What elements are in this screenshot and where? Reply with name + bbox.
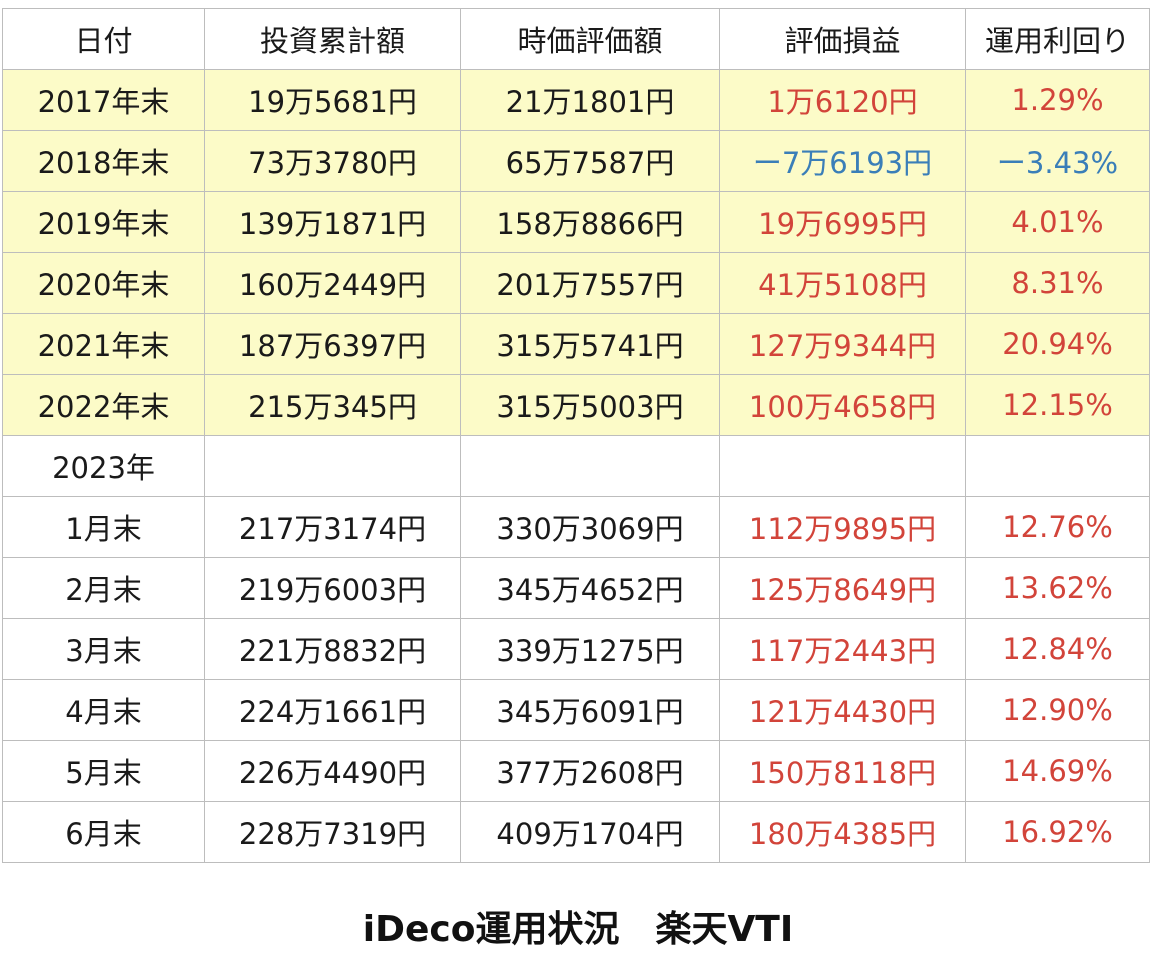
table-row: 3月末 221万8832円 339万1275円 117万2443円 12.84% <box>2 618 1150 680</box>
cell-return-rate: 12.84% <box>965 618 1150 680</box>
caption: iDeco運用状況 楽天VTI <box>362 909 794 950</box>
cell-date: 2022年末 <box>2 374 205 436</box>
header-date: 日付 <box>2 8 205 70</box>
cell-date: 3月末 <box>2 618 205 680</box>
cell-date: 5月末 <box>2 740 205 802</box>
cell-date: 2019年末 <box>2 191 205 253</box>
cell-market-value: 345万6091円 <box>460 679 720 741</box>
table-row: 2017年末 19万5681円 21万1801円 1万6120円 1.29% <box>2 69 1150 131</box>
table-row: 6月末 228万7319円 409万1704円 180万4385円 16.92% <box>2 801 1150 863</box>
cell-invested: 73万3780円 <box>204 130 461 192</box>
cell-return-rate: 12.90% <box>965 679 1150 741</box>
table-row: 1月末 217万3174円 330万3069円 112万9895円 12.76% <box>2 496 1150 558</box>
cell-invested: 219万6003円 <box>204 557 461 619</box>
table-row: 2023年 <box>2 435 1150 497</box>
header-market-value: 時価評価額 <box>460 8 720 70</box>
table-row: 2020年末 160万2449円 201万7557円 41万5108円 8.31% <box>2 252 1150 314</box>
table-row: 2018年末 73万3780円 65万7587円 ー7万6193円 ー3.43% <box>2 130 1150 192</box>
cell-market-value: 315万5003円 <box>460 374 720 436</box>
cell-profit-loss: 100万4658円 <box>719 374 966 436</box>
cell-market-value: 345万4652円 <box>460 557 720 619</box>
cell-market-value: 377万2608円 <box>460 740 720 802</box>
cell-date: 2023年 <box>2 435 205 497</box>
table-row: 2月末 219万6003円 345万4652円 125万8649円 13.62% <box>2 557 1150 619</box>
cell-profit-loss: 41万5108円 <box>719 252 966 314</box>
cell-date: 2020年末 <box>2 252 205 314</box>
header-invested: 投資累計額 <box>204 8 461 70</box>
cell-return-rate: 12.76% <box>965 496 1150 558</box>
cell-date: 2017年末 <box>2 69 205 131</box>
cell-profit-loss: 117万2443円 <box>719 618 966 680</box>
cell-invested: 19万5681円 <box>204 69 461 131</box>
cell-return-rate: ー3.43% <box>965 130 1150 192</box>
cell-invested: 226万4490円 <box>204 740 461 802</box>
cell-profit-loss: 112万9895円 <box>719 496 966 558</box>
table-body: 2017年末 19万5681円 21万1801円 1万6120円 1.29% 2018年末… <box>2 69 1150 863</box>
cell-return-rate: 20.94% <box>965 313 1150 375</box>
cell-profit-loss <box>719 435 966 497</box>
cell-market-value: 339万1275円 <box>460 618 720 680</box>
table-row: 2019年末 139万1871円 158万8866円 19万6995円 4.01% <box>2 191 1150 253</box>
cell-profit-loss: 121万4430円 <box>719 679 966 741</box>
cell-market-value: 409万1704円 <box>460 801 720 863</box>
cell-market-value <box>460 435 720 497</box>
cell-return-rate: 12.15% <box>965 374 1150 436</box>
cell-return-rate: 13.62% <box>965 557 1150 619</box>
table-row: 2022年末 215万345円 315万5003円 100万4658円 12.15% <box>2 374 1150 436</box>
cell-profit-loss: 1万6120円 <box>719 69 966 131</box>
table-row: 2021年末 187万6397円 315万5741円 127万9344円 20.94% <box>2 313 1150 375</box>
cell-invested: 224万1661円 <box>204 679 461 741</box>
cell-profit-loss: 150万8118円 <box>719 740 966 802</box>
cell-date: 1月末 <box>2 496 205 558</box>
cell-return-rate: 1.29% <box>965 69 1150 131</box>
table-row: 5月末 226万4490円 377万2608円 150万8118円 14.69% <box>2 740 1150 802</box>
cell-return-rate: 16.92% <box>965 801 1150 863</box>
table-row: 4月末 224万1661円 345万6091円 121万4430円 12.90% <box>2 679 1150 741</box>
cell-invested: 160万2449円 <box>204 252 461 314</box>
cell-return-rate: 14.69% <box>965 740 1150 802</box>
cell-profit-loss: 125万8649円 <box>719 557 966 619</box>
cell-return-rate: 8.31% <box>965 252 1150 314</box>
cell-profit-loss: 127万9344円 <box>719 313 966 375</box>
header-profit-loss: 評価損益 <box>719 8 966 70</box>
cell-market-value: 158万8866円 <box>460 191 720 253</box>
cell-invested: 187万6397円 <box>204 313 461 375</box>
cell-market-value: 65万7587円 <box>460 130 720 192</box>
header-row: 日付 投資累計額 時価評価額 評価損益 運用利回り <box>2 8 1150 70</box>
cell-profit-loss: ー7万6193円 <box>719 130 966 192</box>
cell-invested <box>204 435 461 497</box>
cell-date: 4月末 <box>2 679 205 741</box>
cell-market-value: 330万3069円 <box>460 496 720 558</box>
cell-invested: 139万1871円 <box>204 191 461 253</box>
cell-invested: 215万345円 <box>204 374 461 436</box>
cell-market-value: 21万1801円 <box>460 69 720 131</box>
cell-market-value: 315万5741円 <box>460 313 720 375</box>
cell-date: 2018年末 <box>2 130 205 192</box>
cell-profit-loss: 180万4385円 <box>719 801 966 863</box>
header-return-rate: 運用利回り <box>965 8 1150 70</box>
cell-profit-loss: 19万6995円 <box>719 191 966 253</box>
cell-date: 2月末 <box>2 557 205 619</box>
cell-market-value: 201万7557円 <box>460 252 720 314</box>
cell-invested: 217万3174円 <box>204 496 461 558</box>
cell-return-rate: 4.01% <box>965 191 1150 253</box>
cell-invested: 221万8832円 <box>204 618 461 680</box>
cell-date: 2021年末 <box>2 313 205 375</box>
cell-invested: 228万7319円 <box>204 801 461 863</box>
cell-date: 6月末 <box>2 801 205 863</box>
ideco-table: 日付 投資累計額 時価評価額 評価損益 運用利回り 2017年末 19万5681円… <box>2 8 1150 863</box>
cell-return-rate <box>965 435 1150 497</box>
